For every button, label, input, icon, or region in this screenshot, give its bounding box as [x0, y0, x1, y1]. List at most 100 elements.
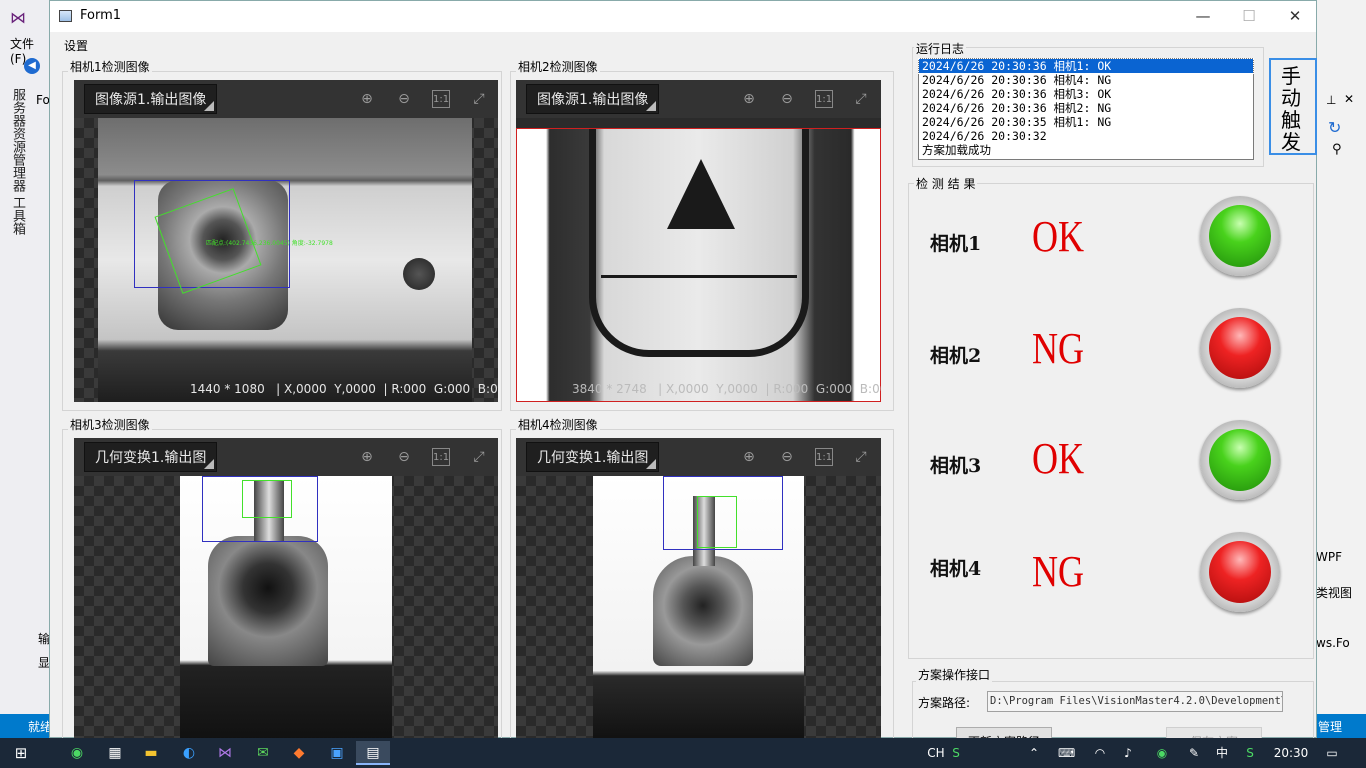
maximize-button[interactable]: ☐: [1226, 1, 1272, 32]
result-value: OK: [1032, 434, 1085, 483]
actual-size-icon[interactable]: 1:1: [815, 448, 833, 466]
log-listbox[interactable]: 2024/6/26 20:30:36 相机1: OK 2024/6/26 20:…: [918, 58, 1254, 160]
zoom-out-icon[interactable]: ⊖: [778, 448, 796, 466]
image-source-dropdown[interactable]: 图像源1.输出图像: [84, 84, 218, 114]
results-group-title: 检 测 结 果: [914, 175, 978, 192]
volume-icon[interactable]: ♪: [1120, 738, 1136, 768]
notification-icon[interactable]: ▭: [1322, 738, 1342, 768]
status-light: [1200, 196, 1280, 276]
calculator-icon[interactable]: ▦: [98, 741, 132, 765]
edge-browser-icon[interactable]: ◐: [172, 741, 206, 765]
camera4-viewer[interactable]: 几何变换1.输出图 ⊕ ⊖ 1:1 ⤢: [516, 438, 881, 739]
zoom-in-icon[interactable]: ⊕: [740, 448, 758, 466]
ide-tab-fo[interactable]: Fo: [36, 93, 50, 107]
image-source-dropdown[interactable]: 几何变换1.输出图: [84, 442, 218, 472]
zoom-in-icon[interactable]: ⊕: [740, 90, 758, 108]
menu-settings[interactable]: 设置: [64, 37, 88, 54]
camera2-group-title: 相机2检测图像: [516, 58, 600, 75]
log-item[interactable]: 2024/6/26 20:30:36 相机1: OK: [918, 58, 1254, 74]
crossbar: [601, 275, 797, 278]
viewer-toolbar: 几何变换1.输出图 ⊕ ⊖ 1:1 ⤢: [516, 438, 881, 476]
log-item[interactable]: 2024/6/26 20:30:36 相机3: OK: [919, 87, 1253, 101]
minimize-button[interactable]: —: [1180, 1, 1226, 32]
ide-right-panel: ⊥ ✕ ↻ ⚲ WPF 类视图 ws.Fo: [1316, 0, 1366, 738]
viewer-toolbar: 几何变换1.输出图 ⊕ ⊖ 1:1 ⤢: [74, 438, 498, 476]
app-orange-icon[interactable]: ◆: [282, 741, 316, 765]
ide-right-wsfo: ws.Fo: [1316, 636, 1350, 650]
solution-group-title: 方案操作接口: [916, 666, 993, 683]
ide-left-panel: ⋈ 文件(F) ◀ Fo 服务器资源管理器 工具箱 输 显: [0, 0, 50, 738]
close-button[interactable]: ✕: [1272, 1, 1318, 32]
camera2-viewer[interactable]: 图像源1.输出图像 ⊕ ⊖ 1:1 ⤢ 3840 * 2748 | X,0000…: [516, 80, 881, 402]
fit-window-icon[interactable]: ⤢: [852, 448, 870, 466]
log-item[interactable]: 2024/6/26 20:30:35 相机1: NG: [919, 115, 1253, 129]
input-mode-indicator[interactable]: 中: [1214, 738, 1230, 768]
sogou-icon[interactable]: S: [948, 738, 964, 768]
triangle-feature: [667, 159, 735, 229]
fit-window-icon[interactable]: ⤢: [470, 90, 488, 108]
solution-path-field[interactable]: D:\Program Files\VisionMaster4.2.0\Devel…: [987, 691, 1283, 712]
zoom-out-icon[interactable]: ⊖: [778, 90, 796, 108]
ide-right-wpf: WPF: [1316, 550, 1343, 564]
back-arrow-icon[interactable]: ◀: [24, 58, 40, 74]
viewer-toolbar: 图像源1.输出图像 ⊕ ⊖ 1:1 ⤢: [516, 80, 881, 118]
camera4-group-title: 相机4检测图像: [516, 416, 600, 433]
app-blue-icon[interactable]: ▣: [320, 741, 354, 765]
search-icon[interactable]: ⚲: [1332, 142, 1342, 157]
fit-window-icon[interactable]: ⤢: [852, 90, 870, 108]
match-rectangle: [242, 480, 292, 518]
toolbox-tab[interactable]: 工具箱: [8, 196, 27, 235]
camera1-viewer[interactable]: 图像源1.输出图像 ⊕ ⊖ 1:1 ⤢ 匹配点:(402.7436,236.00…: [74, 80, 498, 402]
windows-start-icon[interactable]: ⊞: [4, 741, 38, 765]
fit-window-icon[interactable]: ⤢: [470, 448, 488, 466]
manual-trigger-label: 手动触发: [1281, 64, 1301, 154]
actual-size-icon[interactable]: 1:1: [432, 90, 450, 108]
wechat-icon[interactable]: ✉: [246, 741, 280, 765]
clock[interactable]: 20:30: [1272, 738, 1310, 768]
log-item[interactable]: 2024/6/26 20:30:32: [919, 129, 1253, 143]
camera3-viewer[interactable]: 几何变换1.输出图 ⊕ ⊖ 1:1 ⤢: [74, 438, 498, 739]
zoom-out-icon[interactable]: ⊖: [395, 448, 413, 466]
manual-trigger-button[interactable]: 手动触发: [1269, 58, 1317, 155]
status-light: [1200, 420, 1280, 500]
camera3-canvas: [74, 476, 498, 739]
pen-icon[interactable]: ✎: [1186, 738, 1202, 768]
sogou-tray-icon[interactable]: S: [1242, 738, 1258, 768]
wifi-icon[interactable]: ◠: [1092, 738, 1108, 768]
app-360-icon[interactable]: ◉: [60, 741, 94, 765]
zoom-in-icon[interactable]: ⊕: [358, 90, 376, 108]
ime-indicator[interactable]: CH: [924, 738, 948, 768]
ide-right-classview[interactable]: 类视图: [1316, 584, 1352, 601]
window-title: Form1: [80, 8, 122, 23]
refresh-icon[interactable]: ↻: [1328, 118, 1341, 137]
camera1-image: 匹配点:(402.7436,236.0045) 角度:-32.7978: [98, 118, 472, 402]
tray-chevron-icon[interactable]: ⌃: [1026, 738, 1042, 768]
actual-size-icon[interactable]: 1:1: [815, 90, 833, 108]
tray-app-icon[interactable]: ◉: [1154, 738, 1170, 768]
image-source-dropdown[interactable]: 图像源1.输出图像: [526, 84, 660, 114]
log-item[interactable]: 方案加载成功: [919, 143, 1253, 157]
zoom-out-icon[interactable]: ⊖: [395, 90, 413, 108]
camera1-status: 1440 * 1080 | X,0000 Y,0000 | R:000 G:00…: [190, 382, 498, 396]
zoom-in-icon[interactable]: ⊕: [358, 448, 376, 466]
visual-studio-icon[interactable]: ⋈: [208, 741, 242, 765]
camera4-image: [593, 476, 804, 739]
solution-path-label: 方案路径:: [918, 696, 971, 710]
pin-icon[interactable]: ⊥: [1326, 93, 1336, 107]
image-source-dropdown[interactable]: 几何变换1.输出图: [526, 442, 660, 472]
file-explorer-icon[interactable]: ▬: [134, 741, 168, 765]
hole-feature: [403, 258, 435, 290]
camera1-canvas: 匹配点:(402.7436,236.0045) 角度:-32.7978: [74, 118, 498, 402]
server-explorer-tab[interactable]: 服务器资源管理器: [8, 88, 27, 192]
log-group-title: 运行日志: [914, 40, 967, 57]
keyboard-icon[interactable]: ⌨: [1058, 738, 1075, 768]
red-light-icon: [1209, 317, 1271, 379]
actual-size-icon[interactable]: 1:1: [432, 448, 450, 466]
close-icon[interactable]: ✕: [1344, 92, 1354, 106]
form1-taskbar-icon[interactable]: ▤: [356, 741, 390, 765]
green-light-icon: [1209, 205, 1271, 267]
camera4-canvas: [516, 476, 881, 739]
log-item[interactable]: 2024/6/26 20:30:36 相机4: NG: [919, 73, 1253, 87]
status-light: [1200, 308, 1280, 388]
log-item[interactable]: 2024/6/26 20:30:36 相机2: NG: [919, 101, 1253, 115]
